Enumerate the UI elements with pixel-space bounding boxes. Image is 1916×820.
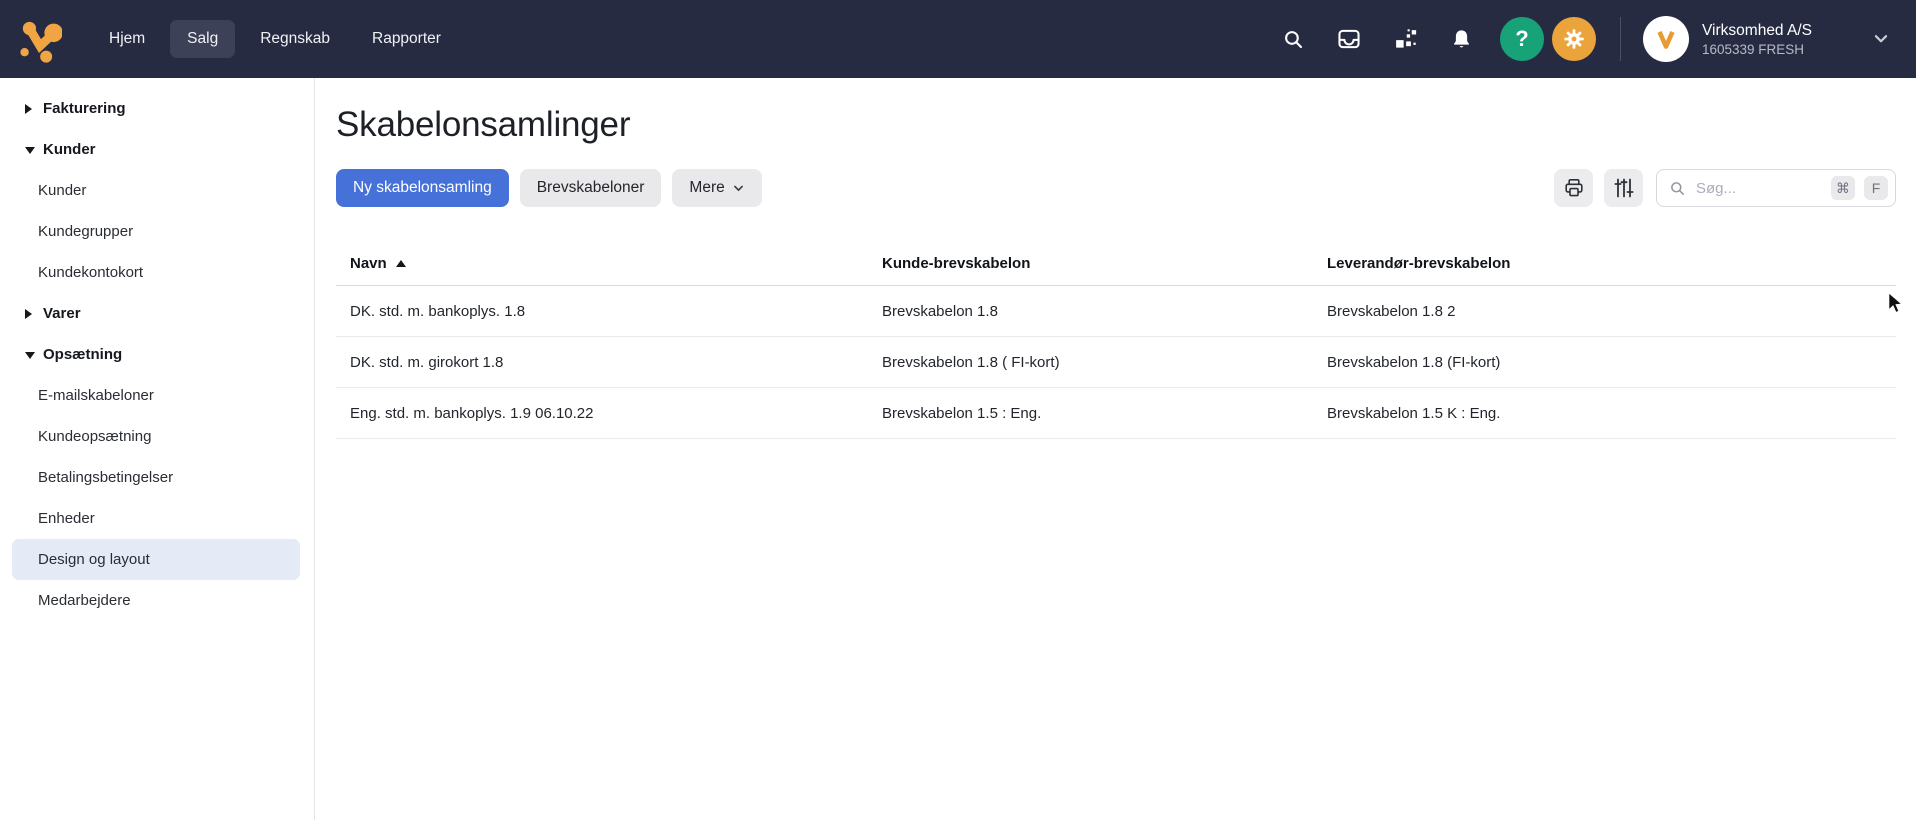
cell-leverandor-brevskabelon: Brevskabelon 1.5 K : Eng. bbox=[1327, 404, 1501, 422]
caret-right-icon bbox=[25, 308, 32, 319]
sidebar-section-label: Opsætning bbox=[43, 346, 123, 363]
cell-navn: DK. std. m. girokort 1.8 bbox=[350, 353, 504, 371]
help-button[interactable]: ? bbox=[1500, 17, 1544, 61]
toolbar: Ny skabelonsamling Brevskabeloner Mere S… bbox=[336, 169, 1896, 207]
caret-right-icon bbox=[25, 103, 32, 114]
topbar-divider bbox=[1620, 17, 1621, 61]
search-icon[interactable] bbox=[1280, 26, 1306, 52]
chevron-down-icon[interactable] bbox=[1872, 30, 1890, 48]
table-row[interactable]: DK. std. m. bankoplys. 1.8 Brevskabelon … bbox=[336, 286, 1896, 337]
cell-kunde-brevskabelon: Brevskabelon 1.8 bbox=[882, 302, 998, 320]
sidebar-section-label: Kunder bbox=[43, 141, 96, 158]
topbar: Hjem Salg Regnskab Rapporter ? Virksomhe… bbox=[0, 0, 1916, 78]
table-header-row: Navn Kunde-brevskabelon Leverandør-brevs… bbox=[336, 242, 1896, 286]
main-content: Skabelonsamlinger Ny skabelonsamling Bre… bbox=[315, 78, 1916, 820]
sort-ascending-icon bbox=[395, 259, 406, 267]
topbar-actions: ? Virksomhed A/S 1605339 FRESH bbox=[1250, 16, 1890, 62]
company-logo-v-icon bbox=[1657, 31, 1675, 49]
column-header-kunde-brevskabelon[interactable]: Kunde-brevskabelon bbox=[868, 255, 1313, 272]
company-avatar bbox=[1643, 16, 1689, 62]
sidebar-section-opsaetning[interactable]: Opsætning bbox=[12, 334, 300, 375]
printer-icon bbox=[1564, 179, 1583, 197]
search-box: ⌘ F bbox=[1656, 169, 1896, 207]
nav-item-regnskab[interactable]: Regnskab bbox=[243, 20, 347, 58]
caret-down-icon bbox=[25, 147, 35, 154]
print-button[interactable] bbox=[1554, 169, 1593, 207]
cell-navn: Eng. std. m. bankoplys. 1.9 06.10.22 bbox=[350, 404, 594, 422]
cell-leverandor-brevskabelon: Brevskabelon 1.8 2 bbox=[1327, 302, 1456, 320]
kbd-f-key: F bbox=[1864, 176, 1888, 200]
sidebar-section-kunder[interactable]: Kunder bbox=[12, 129, 300, 170]
caret-down-icon bbox=[25, 352, 35, 359]
column-header-leverandor-brevskabelon[interactable]: Leverandør-brevskabelon bbox=[1313, 255, 1896, 272]
sidebar: Fakturering Kunder Kunder Kundegrupper K… bbox=[0, 78, 315, 820]
sidebar-item-design-og-layout[interactable]: Design og layout bbox=[12, 539, 300, 580]
template-collections-table: Navn Kunde-brevskabelon Leverandør-brevs… bbox=[336, 242, 1896, 439]
sidebar-section-label: Fakturering bbox=[43, 100, 126, 117]
cell-leverandor-brevskabelon: Brevskabelon 1.8 (FI-kort) bbox=[1327, 353, 1501, 371]
inbox-icon[interactable] bbox=[1336, 26, 1362, 52]
table-row[interactable]: DK. std. m. girokort 1.8 Brevskabelon 1.… bbox=[336, 337, 1896, 388]
company-id: 1605339 FRESH bbox=[1702, 41, 1805, 57]
kbd-cmd-key: ⌘ bbox=[1831, 176, 1855, 200]
company-name: Virksomhed A/S bbox=[1702, 21, 1812, 39]
nav-item-rapporter[interactable]: Rapporter bbox=[355, 20, 458, 58]
question-mark-icon: ? bbox=[1515, 26, 1529, 51]
column-header-navn[interactable]: Navn bbox=[336, 255, 868, 272]
search-icon bbox=[1671, 181, 1684, 195]
sidebar-item-kunder[interactable]: Kunder bbox=[12, 170, 300, 211]
column-header-label: Navn bbox=[350, 255, 387, 272]
search-input[interactable] bbox=[1694, 178, 1824, 198]
more-button-label: Mere bbox=[689, 179, 725, 196]
cell-navn: DK. std. m. bankoplys. 1.8 bbox=[350, 302, 526, 320]
letter-templates-button[interactable]: Brevskabeloner bbox=[519, 169, 662, 207]
sidebar-section-varer[interactable]: Varer bbox=[12, 293, 300, 334]
nav-item-salg[interactable]: Salg bbox=[170, 20, 236, 58]
settings-button[interactable] bbox=[1552, 17, 1596, 61]
sidebar-item-enheder[interactable]: Enheder bbox=[12, 498, 300, 539]
account-text: Virksomhed A/S 1605339 FRESH bbox=[1702, 21, 1812, 58]
toolbar-right: ⌘ F bbox=[1554, 169, 1896, 207]
cell-kunde-brevskabelon: Brevskabelon 1.8 ( FI-kort) bbox=[882, 353, 1060, 371]
sidebar-section-fakturering[interactable]: Fakturering bbox=[12, 88, 300, 129]
sidebar-item-kundekontokort[interactable]: Kundekontokort bbox=[12, 252, 300, 293]
gear-icon bbox=[1564, 29, 1584, 49]
nav-item-hjem[interactable]: Hjem bbox=[92, 20, 162, 58]
sidebar-item-kundegrupper[interactable]: Kundegrupper bbox=[12, 211, 300, 252]
sliders-icon bbox=[1614, 178, 1634, 198]
apps-grid-icon[interactable] bbox=[1392, 26, 1418, 52]
sidebar-item-kundeopsaetning[interactable]: Kundeopsætning bbox=[12, 416, 300, 457]
new-template-collection-button[interactable]: Ny skabelonsamling bbox=[336, 169, 509, 207]
chevron-down-icon bbox=[733, 185, 743, 191]
account-menu[interactable]: Virksomhed A/S 1605339 FRESH bbox=[1643, 16, 1890, 62]
sidebar-item-betalingsbetingelser[interactable]: Betalingsbetingelser bbox=[12, 457, 300, 498]
sidebar-section-label: Varer bbox=[43, 305, 81, 322]
more-button[interactable]: Mere bbox=[672, 169, 762, 207]
main-nav: Hjem Salg Regnskab Rapporter bbox=[92, 20, 458, 58]
cell-kunde-brevskabelon: Brevskabelon 1.5 : Eng. bbox=[882, 404, 1042, 422]
filter-button[interactable] bbox=[1604, 169, 1643, 207]
app-logo-icon[interactable] bbox=[18, 12, 68, 66]
page-title: Skabelonsamlinger bbox=[336, 105, 631, 144]
table-row[interactable]: Eng. std. m. bankoplys. 1.9 06.10.22 Bre… bbox=[336, 388, 1896, 439]
sidebar-item-medarbejdere[interactable]: Medarbejdere bbox=[12, 580, 300, 621]
sidebar-item-emailskabeloner[interactable]: E-mailskabeloner bbox=[12, 375, 300, 416]
bell-icon[interactable] bbox=[1448, 26, 1474, 52]
